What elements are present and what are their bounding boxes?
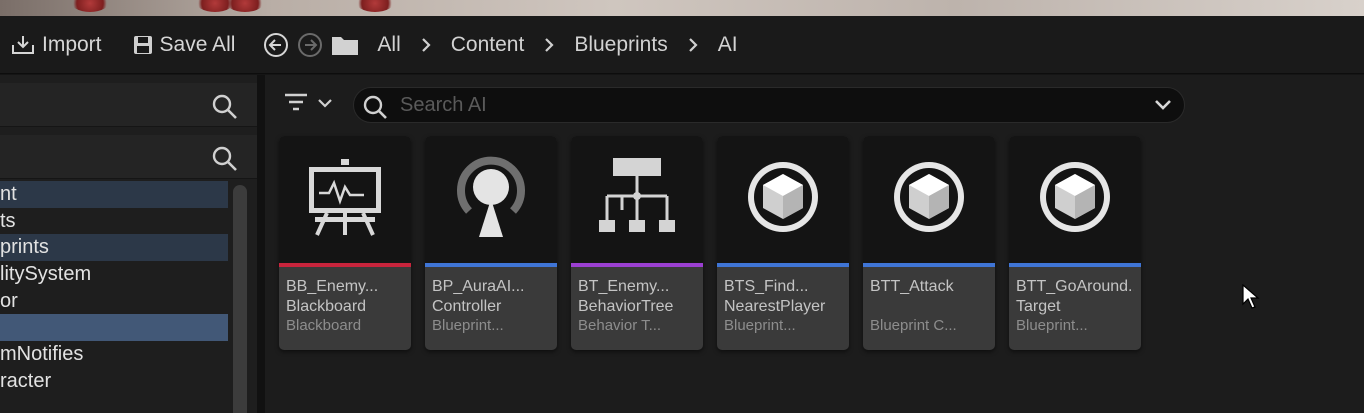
blackboard-icon — [305, 157, 385, 242]
forward-arrow-icon — [297, 32, 323, 58]
asset-type: Blackboard — [286, 317, 362, 334]
asset-view: BB_Enemy... Blackboard Blackboard BP_Aur… — [265, 75, 1364, 413]
import-label: Import — [42, 32, 102, 56]
asset-thumbnail — [425, 136, 557, 263]
import-icon — [10, 33, 36, 57]
tree-item[interactable]: ts — [0, 208, 228, 235]
asset-name-line2: BehaviorTree — [578, 298, 674, 315]
asset-name: BB_Enemy... — [286, 278, 379, 295]
asset-tile[interactable]: BTT_Attack Blueprint C... — [863, 136, 995, 350]
asset-name: BT_Enemy... — [578, 278, 670, 295]
content-browser-toolbar: Import Save All All Content Blueprints A… — [0, 16, 1364, 74]
behavior-tree-icon — [597, 156, 677, 243]
asset-name-line2: Blackboard — [286, 298, 367, 315]
tree-item[interactable]: nt — [0, 181, 228, 208]
asset-type: Behavior T... — [578, 317, 662, 334]
viewport-object — [355, 0, 395, 12]
tree-item[interactable]: racter — [0, 368, 228, 395]
chevron-right-icon[interactable] — [530, 37, 568, 53]
asset-name-line2 — [870, 297, 988, 317]
sources-panel: nt ts prints litySystem or mNotifies rac… — [0, 75, 257, 413]
asset-grid: BB_Enemy... Blackboard Blackboard BP_Aur… — [279, 136, 1141, 350]
asset-name: BTT_Attack — [870, 278, 954, 295]
cube-icon — [890, 158, 968, 241]
asset-type: Blueprint C... — [870, 317, 957, 334]
asset-name: BTT_GoAround... — [1016, 278, 1134, 295]
chevron-down-icon — [317, 96, 333, 114]
asset-name-line2: Target — [1016, 298, 1061, 315]
asset-type: Blueprint... — [1016, 317, 1088, 334]
breadcrumb-blueprints[interactable]: Blueprints — [568, 33, 673, 57]
search-input[interactable] — [400, 92, 1140, 118]
viewport-object — [70, 0, 110, 12]
asset-thumbnail — [1009, 136, 1141, 263]
tree-item[interactable]: litySystem — [0, 261, 228, 288]
history-forward-button[interactable] — [293, 25, 327, 65]
asset-name-line2: Controller — [432, 298, 502, 315]
tree-scrollbar[interactable] — [233, 185, 247, 413]
asset-tile[interactable]: BTT_GoAround... Target Blueprint... — [1009, 136, 1141, 350]
folder-tree: nt ts prints litySystem or mNotifies rac… — [0, 181, 228, 395]
cube-icon — [1036, 158, 1114, 241]
save-all-button[interactable]: Save All — [126, 25, 242, 65]
filter-button[interactable] — [283, 91, 333, 118]
asset-thumbnail — [571, 136, 703, 263]
asset-name: BTS_Find... — [724, 278, 809, 295]
sources-search-bar[interactable] — [0, 83, 257, 127]
asset-name: BP_AuraAI... — [432, 278, 525, 295]
tree-item-selected[interactable] — [0, 314, 228, 342]
asset-thumbnail — [863, 136, 995, 263]
back-arrow-icon — [263, 32, 289, 58]
folder-icon — [331, 34, 359, 56]
asset-tile[interactable]: BTS_Find... NearestPlayer Blueprint... — [717, 136, 849, 350]
viewport-object — [225, 0, 265, 12]
breadcrumb-all[interactable]: All — [371, 33, 406, 57]
asset-name-line2: NearestPlayer — [724, 298, 826, 315]
chevron-right-icon[interactable] — [407, 37, 445, 53]
asset-type: Blueprint... — [432, 317, 504, 334]
search-icon — [362, 94, 388, 125]
asset-thumbnail — [717, 136, 849, 263]
asset-tile[interactable]: BP_AuraAI... Controller Blueprint... — [425, 136, 557, 350]
search-icon[interactable] — [211, 93, 239, 126]
asset-type: Blueprint... — [724, 317, 796, 334]
asset-thumbnail — [279, 136, 411, 263]
chevron-right-icon[interactable] — [674, 37, 712, 53]
chevron-down-icon[interactable] — [1154, 98, 1172, 117]
tree-item[interactable]: mNotifies — [0, 341, 228, 368]
viewport-strip — [0, 0, 1364, 16]
cube-icon — [744, 158, 822, 241]
asset-tile[interactable]: BB_Enemy... Blackboard Blackboard — [279, 136, 411, 350]
folder-button[interactable] — [327, 25, 363, 65]
ai-controller-icon — [451, 155, 531, 244]
tree-item[interactable]: or — [0, 288, 228, 315]
filter-icon — [283, 91, 309, 118]
mouse-cursor-icon — [1242, 283, 1260, 315]
import-button[interactable]: Import — [4, 25, 108, 65]
save-icon — [132, 34, 154, 56]
asset-search-bar[interactable] — [353, 87, 1185, 123]
tree-item[interactable]: prints — [0, 234, 228, 262]
folder-search-bar[interactable] — [0, 135, 257, 179]
breadcrumb-content[interactable]: Content — [445, 33, 531, 57]
search-icon[interactable] — [211, 145, 239, 178]
panel-splitter[interactable] — [257, 75, 265, 413]
breadcrumb: All Content Blueprints AI — [371, 33, 743, 57]
save-all-label: Save All — [159, 32, 236, 56]
asset-tile[interactable]: BT_Enemy... BehaviorTree Behavior T... — [571, 136, 703, 350]
breadcrumb-ai[interactable]: AI — [712, 33, 744, 57]
history-back-button[interactable] — [259, 25, 293, 65]
